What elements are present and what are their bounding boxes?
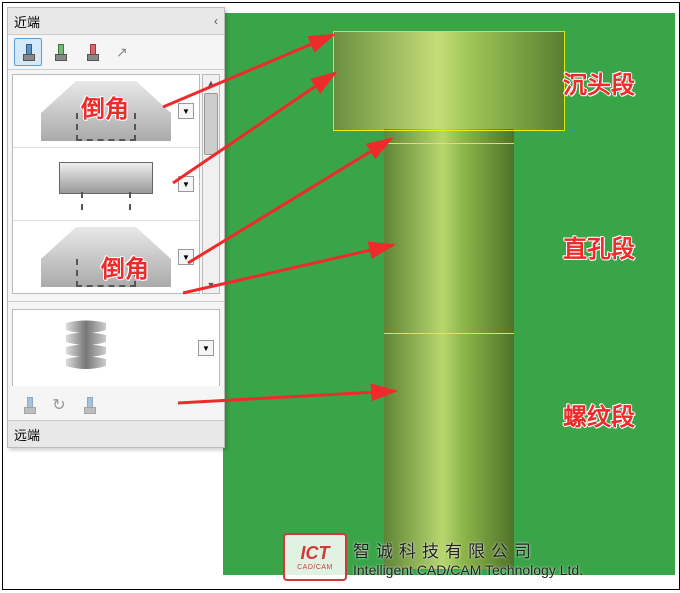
logo-sub: CAD/CAM [297, 564, 333, 571]
annotation-straight-section: 直孔段 [563, 229, 635, 264]
tool-countersink[interactable] [46, 38, 74, 66]
segment-dropdown[interactable]: ▼ [178, 249, 194, 265]
logo-abbr: ICT [301, 543, 330, 564]
collapse-icon[interactable]: ‹ [214, 14, 218, 28]
hole-wizard-panel: 近端 ‹ ↗ ▼ ▼ ▼ [7, 7, 225, 448]
segment-dropdown[interactable]: ▼ [198, 340, 214, 356]
bottom-toolbar: ↻ [8, 390, 224, 420]
scroll-up-icon[interactable]: ▲ [203, 75, 219, 91]
panel-footer-label: 远端 [14, 425, 40, 444]
tool-reverse[interactable]: ↗ [110, 38, 138, 66]
tool-remove-segment[interactable] [78, 394, 100, 416]
annotation-chamfer-1: 倒角 [81, 89, 129, 124]
panel-header-far[interactable]: 远端 [8, 420, 224, 447]
annotation-chamfer-2: 倒角 [101, 249, 149, 284]
thread-icon [51, 318, 181, 378]
logo-badge: ICT CAD/CAM [283, 533, 347, 581]
hole-body [384, 129, 514, 569]
highlight-line [334, 130, 564, 131]
logo-company-en: Intelligent CAD/CAM Technology Ltd. [353, 562, 583, 578]
highlight-line [384, 143, 514, 144]
segment-type-toolbar: ↗ [8, 35, 224, 70]
end-segment-container: ▼ [8, 305, 224, 390]
scroll-track[interactable] [203, 91, 219, 277]
divider [8, 301, 224, 302]
reverse-arrow-icon: ↗ [116, 44, 132, 60]
counterbore-icon [41, 154, 171, 214]
tool-flip[interactable]: ↻ [48, 394, 70, 416]
tool-delete[interactable] [78, 38, 106, 66]
segment-dropdown[interactable]: ▼ [178, 176, 194, 192]
scroll-down-icon[interactable]: ▼ [203, 277, 219, 293]
segment-scrollbar[interactable]: ▲ ▼ [202, 74, 220, 294]
annotation-counterbore-section: 沉头段 [563, 65, 635, 100]
segment-thread[interactable]: ▼ [12, 309, 220, 386]
tool-counterbore[interactable] [14, 38, 42, 66]
watermark-logo: ICT CAD/CAM 智诚科技有限公司 Intelligent CAD/CAM… [283, 533, 583, 581]
app-frame: 近端 ‹ ↗ ▼ ▼ ▼ [2, 2, 680, 590]
panel-header-near[interactable]: 近端 ‹ [8, 8, 224, 35]
hole-counterbore-head [333, 31, 565, 131]
tool-add-segment[interactable] [18, 394, 40, 416]
highlight-line [384, 333, 514, 334]
segment-dropdown[interactable]: ▼ [178, 103, 194, 119]
annotation-thread-section: 螺纹段 [563, 397, 635, 432]
segment-counterbore[interactable]: ▼ [13, 148, 199, 221]
panel-title: 近端 [14, 12, 40, 31]
logo-company-cn: 智诚科技有限公司 [353, 537, 583, 562]
scroll-thumb[interactable] [204, 93, 218, 155]
